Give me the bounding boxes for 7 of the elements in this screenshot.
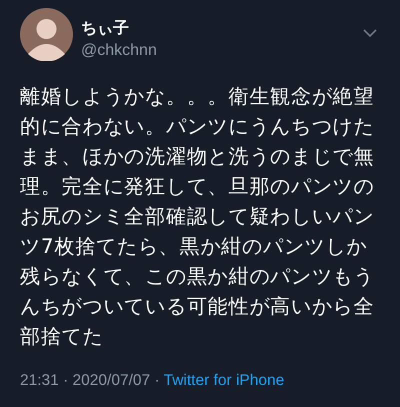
author-name: ちぃ子 — [81, 17, 130, 39]
avatar — [20, 8, 73, 61]
tweet-timestamp: 21:31 · 2020/07/07 · — [20, 371, 160, 391]
author-handle: @chkchnn — [81, 41, 158, 61]
chevron-down-icon[interactable] — [363, 28, 377, 38]
tweet-text: 離婚しようかな。。。衛生観念が絶望的に合わない。パンツにうんちつけたまま、ほかの洗濯物と洗うのまじで無理。完全に発狂して、旦那のパンツのお尻のシミ全部確認して疑わしいパンツ7枚捨てたら、黒か紺のパンツしか残らなくて、この黒か紺のパンツもうんちがついている可能性が高いから全部捨てた — [20, 83, 376, 350]
source-link[interactable]: Twitter for iPhone — [164, 371, 284, 391]
